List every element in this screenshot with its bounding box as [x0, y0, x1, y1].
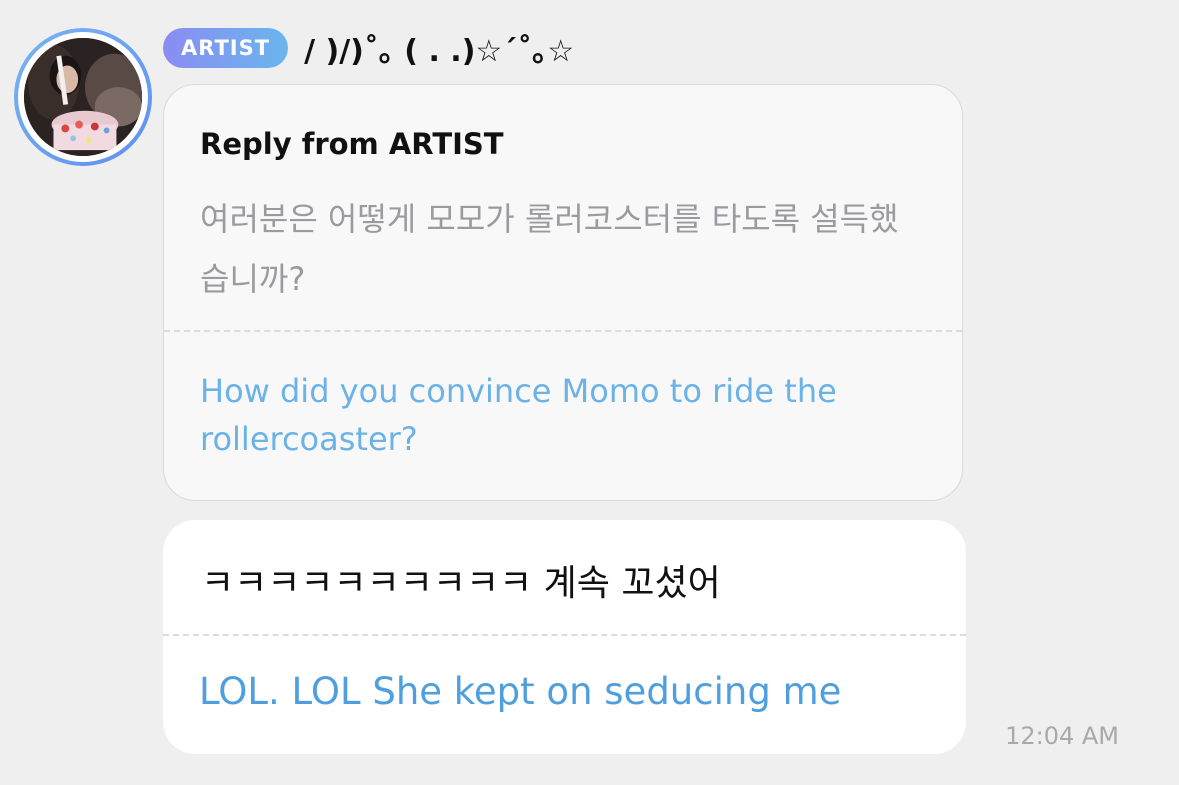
reply-bubble[interactable]: Reply from ARTIST 여러분은 어떻게 모모가 롤러코스터를 타도…: [163, 84, 963, 501]
artist-badge: ARTIST: [163, 28, 289, 68]
avatar-image: [24, 38, 142, 156]
reply-divider: [164, 330, 962, 332]
reply-original-text: 여러분은 어떻게 모모가 롤러코스터를 타도록 설득했습니까?: [200, 200, 899, 298]
artist-name[interactable]: / )/)˚｡ ( . .)☆´˚｡☆: [304, 26, 574, 70]
avatar-frame: [18, 32, 148, 162]
message-timestamp: 12:04 AM: [1005, 722, 1119, 750]
avatar[interactable]: [14, 28, 152, 166]
avatar-photo: [24, 38, 142, 156]
message-translation-text: LOL. LOL She kept on seducing me: [199, 670, 842, 713]
message-bubble[interactable]: ㅋㅋㅋㅋㅋㅋㅋㅋㅋㅋ 계속 꼬셨어 LOL. LOL She kept on s…: [163, 520, 966, 754]
message-divider: [163, 634, 966, 636]
reply-translation-text: How did you convince Momo to ride the ro…: [200, 372, 837, 458]
message-original-text: ㅋㅋㅋㅋㅋㅋㅋㅋㅋㅋ 계속 꼬셨어: [201, 563, 721, 604]
reply-title: Reply from ARTIST: [200, 127, 504, 161]
message-header: ARTIST / )/)˚｡ ( . .)☆´˚｡☆: [163, 27, 574, 69]
